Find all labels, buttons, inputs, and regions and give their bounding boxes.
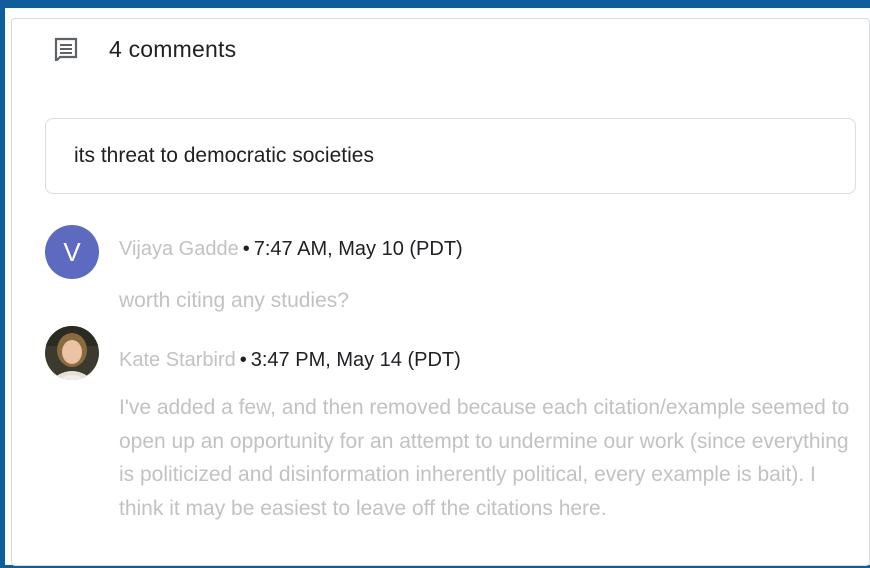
comment-timestamp: 7:47 AM, May 10 (PDT) <box>253 238 463 260</box>
comment-meta: Kate Starbird • 3:47 PM, May 14 (PDT) <box>119 349 461 372</box>
comment-meta: Vijaya Gadde • 7:47 AM, May 10 (PDT) <box>119 238 463 261</box>
meta-separator: • <box>239 349 247 371</box>
comment-item: V Vijaya Gadde • 7:47 AM, May 10 (PDT) wor… <box>45 225 855 315</box>
comment-icon <box>53 36 79 62</box>
comment-text: I've added a few, and then removed becau… <box>119 396 850 520</box>
meta-separator: • <box>242 238 250 260</box>
avatar[interactable]: V <box>45 225 99 279</box>
avatar[interactable] <box>45 326 99 380</box>
comment-author[interactable]: Vijaya Gadde <box>119 238 239 260</box>
comment-item: Kate Starbird • 3:47 PM, May 14 (PDT) I've… <box>45 326 855 566</box>
comments-header: 4 comments <box>53 34 236 64</box>
comment-text: worth citing any studies? <box>119 289 349 312</box>
comment-timestamp: 3:47 PM, May 14 (PDT) <box>250 349 461 371</box>
comment-author[interactable]: Kate Starbird <box>119 349 236 371</box>
quoted-text-box: its threat to democratic societies <box>45 118 856 194</box>
window-frame: 4 comments its threat to democratic soci… <box>0 0 870 568</box>
comment-count: 4 comments <box>109 35 237 62</box>
